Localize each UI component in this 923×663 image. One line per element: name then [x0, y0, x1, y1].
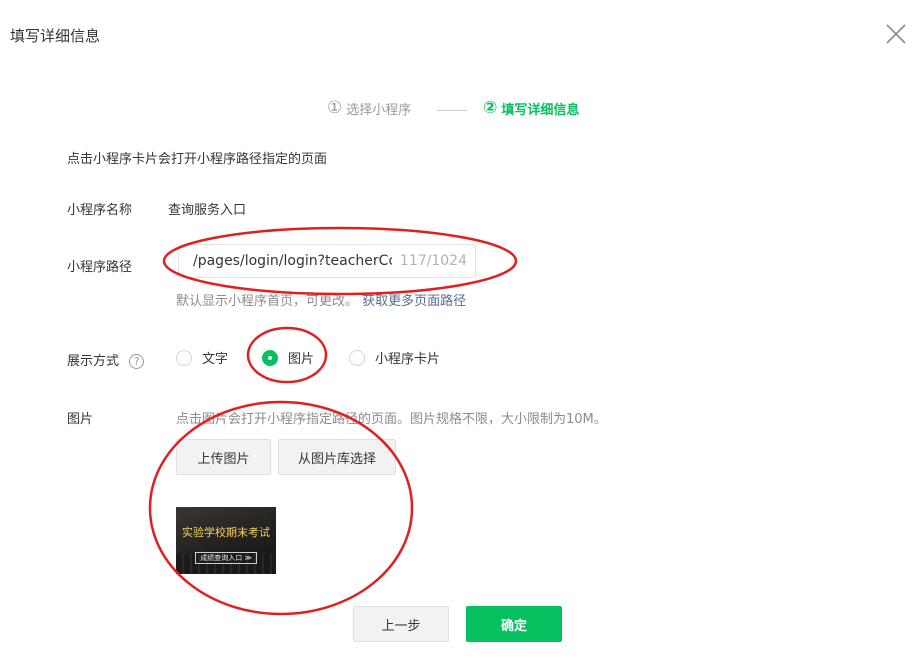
radio-image[interactable]: 图片: [262, 348, 314, 367]
radio-card-label: 小程序卡片: [375, 352, 441, 367]
upload-image-button[interactable]: 上传图片: [176, 439, 271, 475]
step-1-label: 选择小程序: [346, 102, 412, 118]
radio-image-dot: [262, 349, 278, 366]
radio-card-dot: [349, 349, 365, 366]
path-hint-row: 默认显示小程序首页，可更改。 获取更多页面路径: [176, 290, 466, 309]
close-icon: [886, 24, 906, 44]
name-value: 查询服务入口: [168, 203, 247, 218]
image-hint: 点击图片会打开小程序指定路径的页面。图片规格不限，大小限制为10M。: [176, 412, 607, 427]
intro-text: 点击小程序卡片会打开小程序路径指定的页面: [67, 152, 328, 167]
step-2-number: ②: [483, 98, 498, 118]
confirm-button[interactable]: 确定: [466, 606, 562, 642]
image-label: 图片: [67, 412, 94, 427]
thumbnail-button: 成绩查询入口 ≫: [195, 552, 257, 564]
annotation-overlay: [148, 226, 518, 616]
step-connector: [437, 110, 467, 111]
path-hint: 默认显示小程序首页，可更改。: [176, 294, 359, 309]
prev-step-button[interactable]: 上一步: [353, 606, 449, 642]
path-input[interactable]: /pages/login/login?teacherCc 117/1024: [178, 244, 476, 278]
thumbnail-headline: 实验学校期末考试: [182, 526, 270, 539]
step-2-label: 填写详细信息: [501, 102, 580, 118]
dialog: 填写详细信息 ① 选择小程序 ② 填写详细信息 点击小程序卡片会打开小程序路径指…: [0, 0, 923, 663]
radio-text[interactable]: 文字: [176, 348, 228, 367]
image-thumbnail[interactable]: 实验学校期末考试 成绩查询入口 ≫: [176, 507, 276, 574]
radio-text-dot: [176, 349, 192, 366]
path-char-count: 117/1024: [399, 253, 467, 269]
image-library-button[interactable]: 从图片库选择: [278, 439, 396, 475]
help-icon[interactable]: ?: [129, 354, 145, 369]
display-mode-row: 展示方式 ?: [67, 350, 145, 369]
name-label: 小程序名称: [67, 203, 133, 218]
step-1-number: ①: [327, 98, 343, 118]
radio-card[interactable]: 小程序卡片: [349, 348, 440, 367]
display-mode-label: 展示方式: [67, 354, 120, 369]
dialog-title: 填写详细信息: [10, 27, 101, 45]
radio-text-label: 文字: [202, 352, 229, 367]
radio-image-label: 图片: [288, 352, 315, 367]
step-select-miniprogram: ① 选择小程序: [327, 98, 411, 118]
close-button[interactable]: [884, 22, 908, 46]
more-paths-link[interactable]: 获取更多页面路径: [362, 294, 466, 309]
step-fill-details: ② 填写详细信息: [483, 98, 579, 118]
path-input-value: /pages/login/login?teacherCc: [193, 253, 392, 269]
path-label: 小程序路径: [67, 260, 133, 275]
